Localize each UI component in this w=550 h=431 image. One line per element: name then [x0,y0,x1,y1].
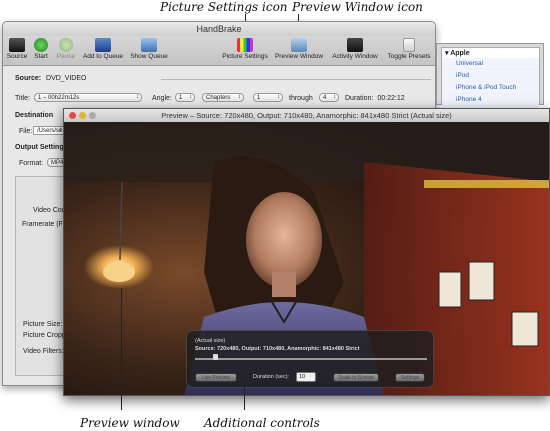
add-to-queue-icon [95,38,111,52]
angle-label: Angle: [152,95,172,102]
preset-item[interactable]: iPhone & iPod Touch [442,82,539,94]
preset-item[interactable]: iPod [442,70,539,82]
main-window-title: HandBrake [196,24,242,34]
settings-button[interactable]: Settings [395,373,425,382]
preview-window-icon-callout: Preview Window icon [292,0,423,14]
presets-list: ▾ Apple Universal iPod iPhone & iPod Tou… [441,47,540,118]
zoom-icon[interactable] [89,112,96,119]
preview-window-icon [291,38,307,52]
chapter-end-select[interactable]: 4 [319,93,339,102]
main-window-titlebar: HandBrake [3,22,435,36]
hud-info-text: Source: 720x480, Output: 710x480, Anamor… [195,346,360,352]
preview-controls-hud: (Actual size) Source: 720x480, Output: 7… [186,330,434,388]
source-row: Source: DVD_VIDEO [15,75,87,82]
through-label: through [289,95,313,102]
pause-icon [59,38,73,52]
picture-cropping-label: Picture Cropp [23,332,66,339]
angle-select[interactable]: 1 [175,93,195,102]
minimize-icon[interactable] [79,112,86,119]
preview-titlebar: Preview – Source: 720x480, Output: 710x4… [64,109,549,122]
pause-button[interactable]: Pause [55,38,77,60]
picture-size-label: Picture Size: [23,321,63,328]
frame-slider-track[interactable] [195,358,427,360]
scale-to-screen-button[interactable]: Scale to Screen [333,373,379,382]
activity-window-button[interactable]: Activity Window [329,38,381,60]
toolbar: Source Start Pause Add to Queue Show Que… [3,36,435,66]
picture-settings-callout: Picture Settings icon [160,0,288,14]
source-separator [161,79,431,80]
start-button[interactable]: Start [30,38,52,60]
live-preview-button[interactable]: Live Preview [195,373,237,382]
preset-item[interactable]: iPhone 4 [442,94,539,106]
preview-window-callout: Preview window [80,416,180,430]
duration-label: Duration (sec): [253,374,290,380]
preview-title: Preview – Source: 720x480, Output: 710x4… [161,111,452,120]
additional-controls-leader [244,385,245,410]
preset-group-apple[interactable]: ▾ Apple [442,48,539,58]
toggle-presets-button[interactable]: Toggle Presets [384,38,434,60]
hud-scale-text: (Actual size) [195,338,226,344]
preview-window-button[interactable]: Preview Window [273,38,325,60]
video-filters-label: Video Filters: [23,348,64,355]
play-icon [34,38,48,52]
clapperboard-icon [9,38,25,52]
source-button[interactable]: Source [6,38,28,60]
chapter-start-select[interactable]: 1 [253,93,283,102]
additional-controls-callout: Additional controls [204,416,320,430]
framerate-label: Framerate (FP [22,221,68,228]
title-select[interactable]: 1 – 00h22m12s [34,93,142,102]
output-settings-label: Output Settings [15,144,68,151]
file-path-field[interactable]: /Users/se [33,126,65,135]
preview-window: Preview – Source: 720x480, Output: 710x4… [63,108,550,396]
duration-stepper[interactable]: 10 [296,372,316,382]
picture-settings-icon [237,38,253,52]
destination-label: Destination [15,112,54,119]
presets-drawer: ▾ Apple Universal iPod iPhone & iPod Tou… [436,43,544,118]
chapters-select[interactable]: Chapters [202,93,244,102]
presets-icon [403,38,415,52]
terminal-icon [347,38,363,52]
frame-slider-knob[interactable] [213,354,218,360]
preset-item[interactable]: Universal [442,58,539,70]
queue-icon [141,38,157,52]
format-label: Format: [19,160,44,167]
picture-settings-button[interactable]: Picture Settings [220,38,270,60]
preview-window-leader [121,288,122,410]
duration-row: Duration: 00:22:12 [345,95,405,102]
file-label: File: [19,128,33,135]
show-queue-button[interactable]: Show Queue [128,38,170,60]
close-icon[interactable] [69,112,76,119]
add-to-queue-button[interactable]: Add to Queue [80,38,126,60]
title-label: Title: [15,95,30,102]
